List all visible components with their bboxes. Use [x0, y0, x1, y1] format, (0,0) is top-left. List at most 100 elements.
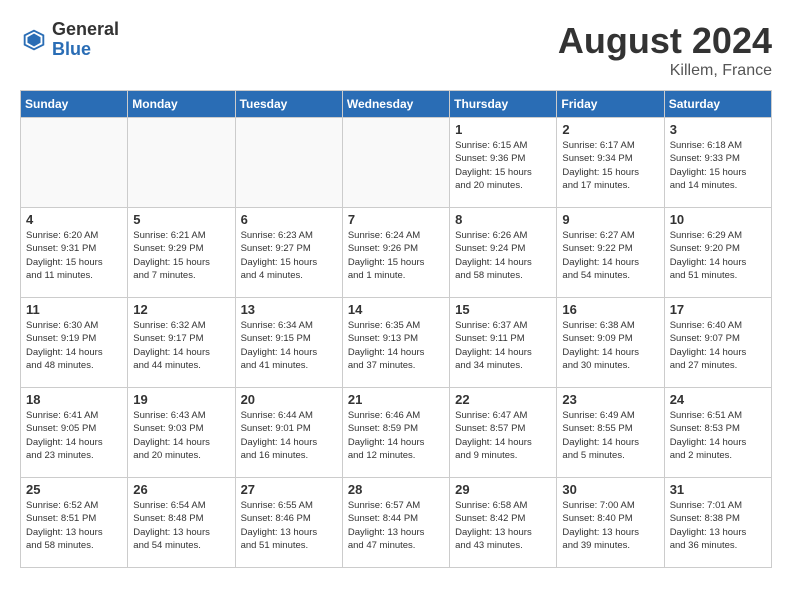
day-info: Sunrise: 6:17 AM Sunset: 9:34 PM Dayligh…: [562, 139, 658, 192]
col-saturday: Saturday: [664, 91, 771, 118]
day-number: 31: [670, 482, 766, 497]
day-info: Sunrise: 6:34 AM Sunset: 9:15 PM Dayligh…: [241, 319, 337, 372]
calendar-week-5: 25 Sunrise: 6:52 AM Sunset: 8:51 PM Dayli…: [21, 478, 772, 568]
day-number: 1: [455, 122, 551, 137]
calendar-week-2: 4 Sunrise: 6:20 AM Sunset: 9:31 PM Daylig…: [21, 208, 772, 298]
day-info: Sunrise: 6:47 AM Sunset: 8:57 PM Dayligh…: [455, 409, 551, 462]
month-year-title: August 2024: [558, 20, 772, 62]
day-number: 5: [133, 212, 229, 227]
logo: General Blue: [20, 20, 119, 60]
calendar-cell: 19Sunrise: 6:43 AM Sunset: 9:03 PM Dayli…: [128, 388, 235, 478]
day-number: 11: [26, 302, 122, 317]
calendar-cell: 23Sunrise: 6:49 AM Sunset: 8:55 PM Dayli…: [557, 388, 664, 478]
day-info: Sunrise: 6:20 AM Sunset: 9:31 PM Dayligh…: [26, 229, 122, 282]
calendar-cell: 1 Sunrise: 6:15 AM Sunset: 9:36 PM Daylig…: [450, 118, 557, 208]
day-number: 7: [348, 212, 444, 227]
day-number: 12: [133, 302, 229, 317]
calendar-cell: 27 Sunrise: 6:55 AM Sunset: 8:46 PM Dayli…: [235, 478, 342, 568]
day-info: Sunrise: 6:27 AM Sunset: 9:22 PM Dayligh…: [562, 229, 658, 282]
page-header: General Blue August 2024 Killem, France: [20, 20, 772, 80]
calendar-cell: 12 Sunrise: 6:32 AM Sunset: 9:17 PM Dayli…: [128, 298, 235, 388]
calendar-cell: 29Sunrise: 6:58 AM Sunset: 8:42 PM Dayli…: [450, 478, 557, 568]
day-info: Sunrise: 6:44 AM Sunset: 9:01 PM Dayligh…: [241, 409, 337, 462]
calendar-cell: 13 Sunrise: 6:34 AM Sunset: 9:15 PM Dayli…: [235, 298, 342, 388]
location-subtitle: Killem, France: [558, 62, 772, 80]
calendar-cell: 10 Sunrise: 6:29 AM Sunset: 9:20 PM Dayli…: [664, 208, 771, 298]
calendar-cell: 5 Sunrise: 6:21 AM Sunset: 9:29 PM Daylig…: [128, 208, 235, 298]
calendar-cell: 9 Sunrise: 6:27 AM Sunset: 9:22 PM Daylig…: [557, 208, 664, 298]
day-number: 24: [670, 392, 766, 407]
calendar-cell: 2 Sunrise: 6:17 AM Sunset: 9:34 PM Daylig…: [557, 118, 664, 208]
day-number: 9: [562, 212, 658, 227]
day-info: Sunrise: 6:41 AM Sunset: 9:05 PM Dayligh…: [26, 409, 122, 462]
day-info: Sunrise: 6:58 AM Sunset: 8:42 PM Dayligh…: [455, 499, 551, 552]
day-number: 23: [562, 392, 658, 407]
day-info: Sunrise: 6:21 AM Sunset: 9:29 PM Dayligh…: [133, 229, 229, 282]
day-info: Sunrise: 7:01 AM Sunset: 8:38 PM Dayligh…: [670, 499, 766, 552]
day-info: Sunrise: 7:00 AM Sunset: 8:40 PM Dayligh…: [562, 499, 658, 552]
calendar-week-4: 18 Sunrise: 6:41 AM Sunset: 9:05 PM Dayli…: [21, 388, 772, 478]
day-number: 22: [455, 392, 551, 407]
day-info: Sunrise: 6:24 AM Sunset: 9:26 PM Dayligh…: [348, 229, 444, 282]
logo-blue-text: Blue: [52, 40, 119, 60]
day-number: 4: [26, 212, 122, 227]
day-number: 26: [133, 482, 229, 497]
day-info: Sunrise: 6:23 AM Sunset: 9:27 PM Dayligh…: [241, 229, 337, 282]
day-number: 10: [670, 212, 766, 227]
day-info: Sunrise: 6:55 AM Sunset: 8:46 PM Dayligh…: [241, 499, 337, 552]
col-wednesday: Wednesday: [342, 91, 449, 118]
calendar-cell: 30 Sunrise: 7:00 AM Sunset: 8:40 PM Dayli…: [557, 478, 664, 568]
day-info: Sunrise: 6:18 AM Sunset: 9:33 PM Dayligh…: [670, 139, 766, 192]
calendar-body: 1 Sunrise: 6:15 AM Sunset: 9:36 PM Daylig…: [21, 118, 772, 568]
day-info: Sunrise: 6:37 AM Sunset: 9:11 PM Dayligh…: [455, 319, 551, 372]
calendar-cell: 14Sunrise: 6:35 AM Sunset: 9:13 PM Dayli…: [342, 298, 449, 388]
calendar-cell: 4 Sunrise: 6:20 AM Sunset: 9:31 PM Daylig…: [21, 208, 128, 298]
calendar-header: Sunday Monday Tuesday Wednesday Thursday…: [21, 91, 772, 118]
day-number: 21: [348, 392, 444, 407]
calendar-table: Sunday Monday Tuesday Wednesday Thursday…: [20, 90, 772, 568]
day-number: 28: [348, 482, 444, 497]
calendar-week-1: 1 Sunrise: 6:15 AM Sunset: 9:36 PM Daylig…: [21, 118, 772, 208]
logo-icon: [20, 26, 48, 54]
calendar-cell: 6 Sunrise: 6:23 AM Sunset: 9:27 PM Daylig…: [235, 208, 342, 298]
title-block: August 2024 Killem, France: [558, 20, 772, 80]
day-number: 18: [26, 392, 122, 407]
day-info: Sunrise: 6:51 AM Sunset: 8:53 PM Dayligh…: [670, 409, 766, 462]
day-info: Sunrise: 6:35 AM Sunset: 9:13 PM Dayligh…: [348, 319, 444, 372]
day-info: Sunrise: 6:32 AM Sunset: 9:17 PM Dayligh…: [133, 319, 229, 372]
day-number: 6: [241, 212, 337, 227]
day-number: 13: [241, 302, 337, 317]
day-info: Sunrise: 6:54 AM Sunset: 8:48 PM Dayligh…: [133, 499, 229, 552]
col-tuesday: Tuesday: [235, 91, 342, 118]
calendar-cell: 31 Sunrise: 7:01 AM Sunset: 8:38 PM Dayli…: [664, 478, 771, 568]
day-info: Sunrise: 6:26 AM Sunset: 9:24 PM Dayligh…: [455, 229, 551, 282]
calendar-cell: 3 Sunrise: 6:18 AM Sunset: 9:33 PM Daylig…: [664, 118, 771, 208]
calendar-cell: 22 Sunrise: 6:47 AM Sunset: 8:57 PM Dayli…: [450, 388, 557, 478]
calendar-cell: 8 Sunrise: 6:26 AM Sunset: 9:24 PM Daylig…: [450, 208, 557, 298]
col-sunday: Sunday: [21, 91, 128, 118]
day-number: 15: [455, 302, 551, 317]
logo-text: General Blue: [52, 20, 119, 60]
calendar-week-3: 11 Sunrise: 6:30 AM Sunset: 9:19 PM Dayli…: [21, 298, 772, 388]
day-info: Sunrise: 6:30 AM Sunset: 9:19 PM Dayligh…: [26, 319, 122, 372]
day-number: 2: [562, 122, 658, 137]
day-number: 19: [133, 392, 229, 407]
calendar-cell: 18 Sunrise: 6:41 AM Sunset: 9:05 PM Dayli…: [21, 388, 128, 478]
col-monday: Monday: [128, 91, 235, 118]
day-info: Sunrise: 6:15 AM Sunset: 9:36 PM Dayligh…: [455, 139, 551, 192]
calendar-cell: 7 Sunrise: 6:24 AM Sunset: 9:26 PM Daylig…: [342, 208, 449, 298]
day-number: 20: [241, 392, 337, 407]
calendar-cell: 20 Sunrise: 6:44 AM Sunset: 9:01 PM Dayli…: [235, 388, 342, 478]
day-number: 3: [670, 122, 766, 137]
day-number: 30: [562, 482, 658, 497]
day-number: 8: [455, 212, 551, 227]
day-info: Sunrise: 6:29 AM Sunset: 9:20 PM Dayligh…: [670, 229, 766, 282]
day-number: 25: [26, 482, 122, 497]
day-info: Sunrise: 6:52 AM Sunset: 8:51 PM Dayligh…: [26, 499, 122, 552]
calendar-cell: [128, 118, 235, 208]
day-info: Sunrise: 6:40 AM Sunset: 9:07 PM Dayligh…: [670, 319, 766, 372]
day-number: 27: [241, 482, 337, 497]
day-info: Sunrise: 6:57 AM Sunset: 8:44 PM Dayligh…: [348, 499, 444, 552]
col-friday: Friday: [557, 91, 664, 118]
header-row: Sunday Monday Tuesday Wednesday Thursday…: [21, 91, 772, 118]
